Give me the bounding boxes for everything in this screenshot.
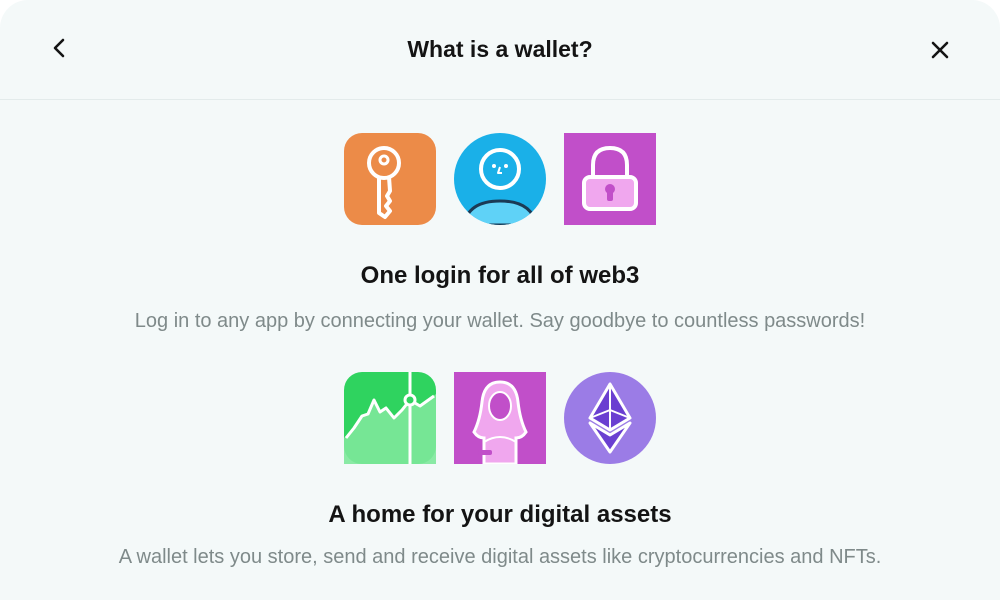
page-title: What is a wallet? <box>407 36 593 62</box>
close-icon <box>931 41 949 59</box>
section-description-login: Log in to any app by connecting your wal… <box>134 310 866 332</box>
login-icons-row <box>0 133 1000 225</box>
assets-icons-row <box>0 372 1000 464</box>
nft-portrait-icon <box>454 372 546 464</box>
section-description-assets: A wallet lets you store, send and receiv… <box>118 546 882 568</box>
section-title-login: One login for all of web3 <box>360 262 640 289</box>
chart-icon <box>344 372 436 464</box>
user-face-icon <box>454 133 546 225</box>
padlock-icon <box>564 133 656 225</box>
ethereum-icon <box>564 372 656 464</box>
close-button[interactable] <box>920 30 960 70</box>
modal-header: What is a wallet? <box>0 0 1000 100</box>
section-title-assets: A home for your digital assets <box>328 501 672 528</box>
wallet-info-modal: What is a wallet? One login for all of w… <box>0 0 1000 600</box>
key-icon <box>344 133 436 225</box>
